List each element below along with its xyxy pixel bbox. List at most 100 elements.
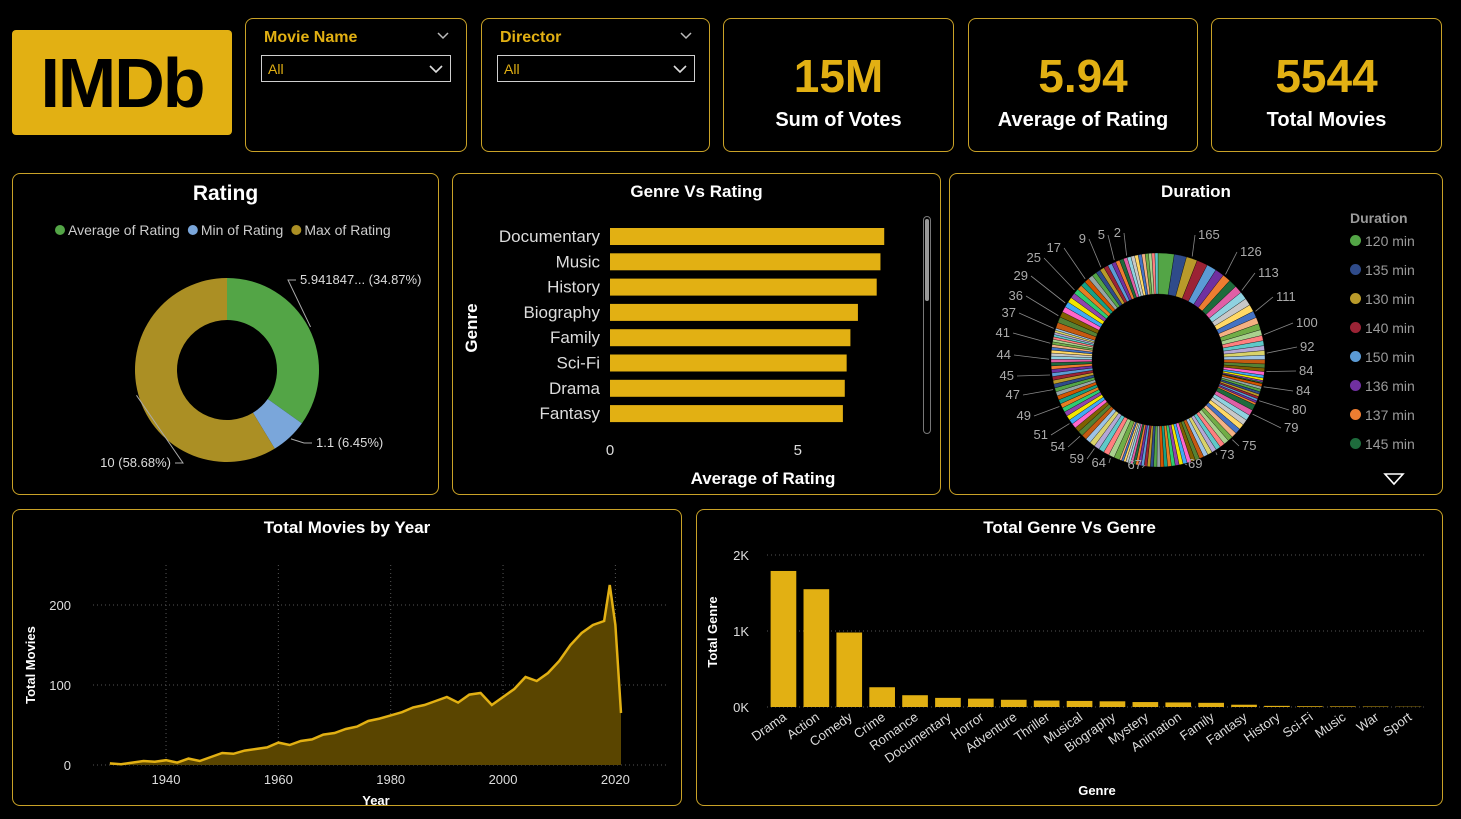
bar	[610, 354, 847, 372]
tick-label: 2020	[601, 772, 630, 787]
duration-legend: Duration 120 min 135 min 130 min 140 min 150…	[1350, 210, 1440, 458]
panel-title: Genre Vs Rating	[630, 182, 763, 201]
data-label: 67	[1128, 457, 1142, 472]
kpi-label: Total Movies	[1266, 109, 1387, 131]
data-label: 5.941847... (34.87%)	[300, 272, 421, 287]
tick-label: 0	[606, 442, 614, 459]
category-label: History	[1241, 709, 1283, 745]
legend-dot	[1350, 380, 1361, 391]
data-label: 80	[1292, 402, 1306, 417]
leader-line	[1215, 452, 1218, 456]
legend-item[interactable]: 135 min	[1350, 255, 1440, 284]
leader-line	[1266, 346, 1298, 354]
year-panel: Total Movies by Year 0 100 200 1940 1960 1980…	[12, 509, 682, 806]
movies-by-year-area-chart: 0 100 200 1940 1960 1980 2000 2020 Year Total Mov…	[23, 565, 668, 805]
legend-item[interactable]: 130 min	[1350, 284, 1440, 313]
x-axis-title: Year	[362, 793, 389, 805]
kpi-value: 5.94	[1038, 50, 1128, 102]
legend-dot	[1350, 293, 1361, 304]
category-label: Drama	[549, 379, 601, 398]
leader-line	[1225, 251, 1238, 275]
data-label: 64	[1092, 455, 1106, 470]
category-label: Sport	[1380, 709, 1414, 739]
legend-label: 120 min	[1365, 232, 1415, 249]
bar	[610, 379, 845, 397]
legend-label: 130 min	[1365, 290, 1415, 307]
kpi-value: 5544	[1275, 50, 1378, 102]
tick-label: 2000	[489, 772, 518, 787]
category-label: Family	[550, 328, 601, 347]
legend-dot	[1350, 409, 1361, 420]
movie-name-label: Movie Name	[264, 29, 358, 46]
panel-title: Rating	[192, 182, 259, 205]
leader-line	[1022, 389, 1054, 396]
kpi-label: Sum of Votes	[775, 109, 902, 131]
scroll-down-icon[interactable]	[1383, 472, 1405, 486]
legend-item[interactable]: 137 min	[1350, 400, 1440, 429]
genre-rating-panel: Genre Vs Rating Documentary Music History B…	[452, 173, 941, 495]
kpi-value: 15M	[793, 50, 884, 102]
vertical-scrollbar[interactable]	[923, 216, 931, 434]
category-label: Sci-Fi	[1280, 709, 1316, 740]
bar	[968, 698, 994, 707]
genre-count-bar-chart: 0K1K2KDramaActionComedyCrimeRomanceDocum…	[705, 548, 1425, 798]
bar	[935, 697, 961, 707]
data-label: 75	[1242, 438, 1256, 453]
category-label: Fantasy	[540, 404, 601, 423]
kpi-label: Average of Rating	[997, 109, 1169, 131]
scrollbar-thumb[interactable]	[925, 219, 929, 301]
bar	[610, 253, 881, 271]
legend-item[interactable]: 140 min	[1350, 313, 1440, 342]
bar	[1000, 699, 1027, 707]
data-label: 9	[1079, 231, 1086, 246]
panel-title: Duration	[1161, 182, 1231, 201]
legend-item[interactable]: 150 min	[1350, 342, 1440, 371]
director-slicer[interactable]: Director All	[481, 18, 710, 152]
movie-name-dropdown[interactable]: All	[261, 55, 451, 82]
panel-title: Total Genre Vs Genre	[983, 518, 1156, 537]
legend-item[interactable]: 136 min	[1350, 371, 1440, 400]
legend-item[interactable]: 120 min	[1350, 226, 1440, 255]
bar	[610, 329, 851, 347]
chevron-down-icon[interactable]	[679, 29, 693, 43]
movie-name-value: All	[268, 61, 284, 77]
tick-label: 200	[49, 598, 71, 613]
data-label: 5	[1098, 227, 1105, 242]
tick-label: 100	[49, 678, 71, 693]
legend-dot	[1350, 351, 1361, 362]
leader-line	[1016, 374, 1051, 377]
duration-donut-chart: 1651261131111009284848079757369676459545…	[996, 225, 1318, 472]
legend-dot	[1350, 235, 1361, 246]
leader-line	[1018, 312, 1054, 329]
data-label: 29	[1014, 268, 1028, 283]
director-dropdown[interactable]: All	[497, 55, 695, 82]
bar	[1066, 700, 1093, 707]
leader-line	[1012, 332, 1051, 344]
logo-text: IMDb	[40, 43, 205, 122]
leader-line	[1252, 413, 1282, 429]
leader-line	[1266, 370, 1297, 372]
leader-line	[1050, 423, 1070, 436]
legend-label: Average of Rating	[68, 222, 180, 238]
tick-label: 1K	[733, 624, 749, 639]
x-axis-title: Average of Rating	[691, 469, 836, 488]
bar	[1033, 700, 1060, 707]
legend-title: Duration	[1350, 210, 1408, 226]
leader-line	[1263, 322, 1294, 336]
bar	[836, 632, 863, 707]
y-axis-title: Total Movies	[23, 626, 38, 704]
data-label: 36	[1009, 288, 1023, 303]
kpi-total-movies: 5544 Total Movies	[1211, 18, 1442, 152]
data-label: 10 (58.68%)	[100, 455, 171, 470]
data-label: 1.1 (6.45%)	[316, 435, 383, 450]
legend-label: Min of Rating	[201, 222, 283, 238]
chevron-down-icon	[429, 65, 443, 74]
legend-item[interactable]: 145 min	[1350, 429, 1440, 458]
legend-label: 140 min	[1365, 319, 1415, 336]
movie-name-slicer[interactable]: Movie Name All	[245, 18, 467, 152]
data-label: 69	[1188, 456, 1202, 471]
director-value: All	[504, 61, 520, 77]
chevron-down-icon[interactable]	[436, 29, 450, 43]
legend-label: 150 min	[1365, 348, 1415, 365]
panel-title: Total Movies by Year	[263, 518, 431, 537]
